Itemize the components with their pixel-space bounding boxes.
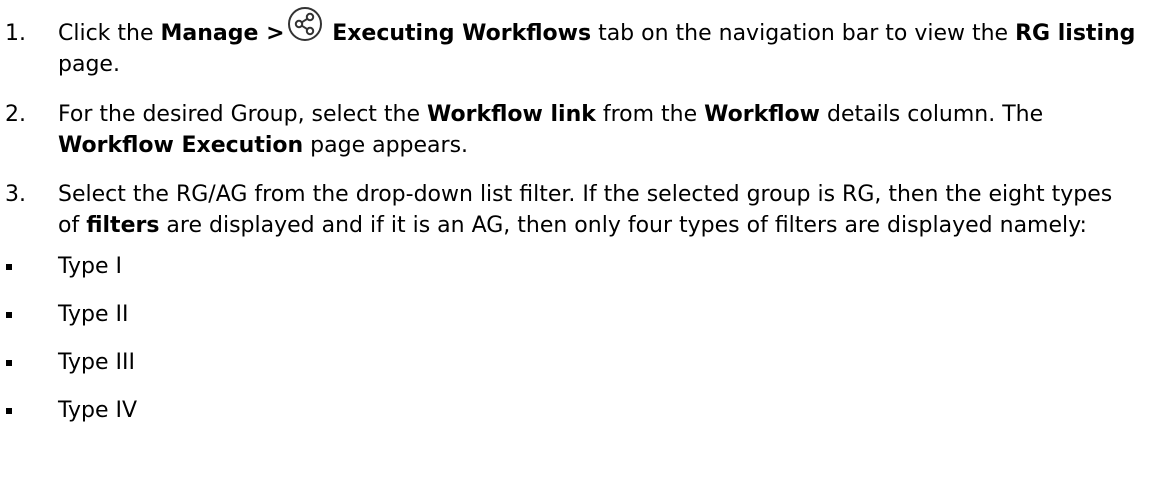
list-item: Type II: [0, 299, 1163, 330]
filter-type-label: Type II: [58, 302, 129, 327]
step-text: are displayed and if it is an AG, then o…: [159, 213, 1087, 238]
bullet-square-icon: [6, 312, 12, 318]
step-text: tab on the navigation bar to view the: [591, 21, 1016, 46]
filter-types-list: Type I Type II Type III Type IV: [0, 251, 1163, 426]
workflow-share-icon: [287, 7, 322, 41]
bullet-square-icon: [6, 408, 12, 414]
rg-listing-label: RG listing: [1015, 21, 1136, 46]
workflow-execution-label: Workflow Execution: [58, 133, 304, 158]
step-text: For the desired Group, select the: [58, 102, 428, 127]
menu-path-executing-workflows: Executing Workflows: [324, 21, 592, 46]
list-item: Type IV: [0, 395, 1163, 426]
step-text: Click the: [58, 21, 161, 46]
step-text: page.: [58, 52, 120, 77]
step-text: page appears.: [303, 133, 469, 158]
step-number: 1.: [5, 21, 26, 46]
filter-type-label: Type I: [58, 254, 123, 279]
step-2: 2. For the desired Group, select the Wor…: [5, 99, 1138, 161]
bullet-square-icon: [6, 360, 12, 366]
workflow-link-label: Workflow link: [427, 102, 596, 127]
filter-type-label: Type IV: [58, 398, 138, 423]
step-text: details column. The: [819, 102, 1044, 127]
list-item: Type I: [0, 251, 1163, 282]
filter-type-label: Type III: [58, 350, 135, 375]
workflow-column-label: Workflow: [704, 102, 820, 127]
step-3: 3. Select the RG/AG from the drop-down l…: [5, 179, 1138, 241]
step-number: 2.: [5, 102, 26, 127]
step-number: 3.: [5, 182, 26, 207]
step-text: from the: [595, 102, 705, 127]
bullet-square-icon: [6, 264, 12, 270]
step-1: 1. Click the Manage > Executing Workflow…: [5, 7, 1138, 80]
document-page: 1. Click the Manage > Executing Workflow…: [0, 0, 1163, 479]
list-item: Type III: [0, 347, 1163, 378]
filters-label: filters: [86, 213, 160, 238]
menu-path-manage: Manage >: [160, 21, 285, 46]
